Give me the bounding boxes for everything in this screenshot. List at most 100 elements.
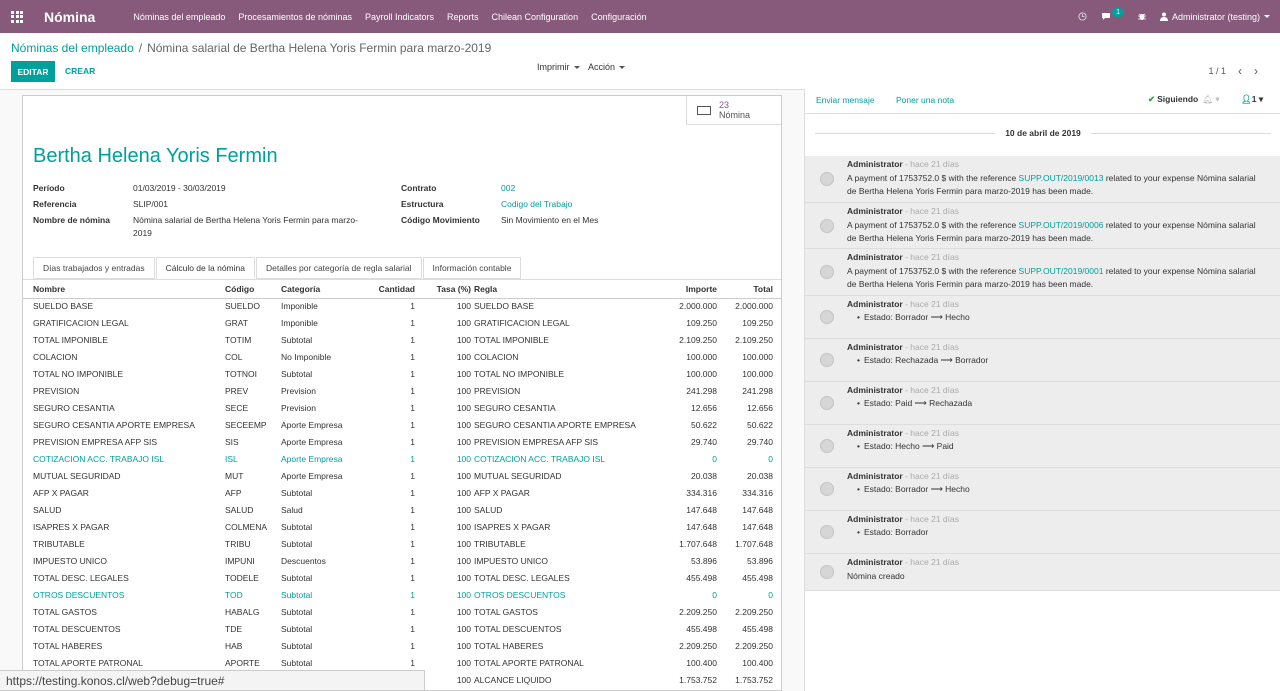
cell-code: SUELDO [225, 301, 260, 311]
table-row[interactable]: GRATIFICACION LEGAL GRAT Imponible 1 100 GRAT… [23, 315, 781, 332]
bell-icon[interactable]: 🔔︎ ▾ [1202, 94, 1219, 104]
cell-total: 20.038 [747, 471, 773, 481]
table-row[interactable]: SALUD SALUD Salud 1 100 SALUD 147.648 147.648 [23, 502, 781, 519]
menu-item-reports[interactable]: Reports [447, 12, 479, 22]
col-header-code[interactable]: Código [225, 284, 254, 294]
cell-rate: 100 [456, 556, 471, 566]
table-row[interactable]: PREVISION EMPRESA AFP SIS SIS Aporte Empre… [23, 434, 781, 451]
menu-item-payroll-indicators[interactable]: Payroll Indicators [365, 12, 434, 22]
menu-item-chilean-configuration[interactable]: Chilean Configuration [492, 12, 579, 22]
author-name[interactable]: Administrator [847, 206, 903, 216]
create-button[interactable]: CREAR [65, 66, 95, 76]
table-row[interactable]: TOTAL NO IMPONIBLE TOTNOI Subtotal 1 100 TOTA… [23, 366, 781, 383]
chevron-left-icon[interactable]: ‹ [1238, 64, 1242, 78]
table-row[interactable]: SUELDO BASE SUELDO Imponible 1 100 SUELDO BAS… [23, 298, 781, 315]
cell-rule: TOTAL APORTE PATRONAL [474, 658, 584, 668]
avatar[interactable] [820, 525, 834, 539]
cell-amount: 241.298 [686, 386, 717, 396]
author-name[interactable]: Administrator [847, 471, 903, 481]
tab-category-details[interactable]: Detalles por categoría de regla salarial [255, 257, 422, 279]
author-name[interactable]: Administrator [847, 159, 903, 169]
avatar[interactable] [820, 265, 834, 280]
followers-button[interactable]: 👤︎1 ▾ [1241, 94, 1263, 105]
table-row[interactable]: OTROS DESCUENTOS TOD Subtotal 1 100 OTROS DES… [23, 587, 781, 604]
app-title[interactable]: Nómina [44, 9, 95, 25]
payment-reference-link[interactable]: SUPP.OUT/2019/0001 [1019, 266, 1104, 276]
payslip-name-value-cont: 2019 [133, 228, 152, 238]
tab-accounting-info[interactable]: Información contable [422, 257, 522, 279]
col-header-category[interactable]: Categoría [281, 284, 320, 294]
cell-name: TRIBUTABLE [33, 539, 85, 549]
user-menu[interactable]: Administrator (testing) [1159, 12, 1270, 22]
menu-item-nominas-empleado[interactable]: Nóminas del empleado [133, 12, 225, 22]
author-name[interactable]: Administrator [847, 342, 903, 352]
cell-rule: ALCANCE LIQUIDO [474, 675, 552, 685]
author-name[interactable]: Administrator [847, 557, 903, 567]
author-name[interactable]: Administrator [847, 428, 903, 438]
author-name[interactable]: Administrator [847, 385, 903, 395]
action-dropdown[interactable]: Acción [588, 62, 626, 72]
activity-clock-icon[interactable] [1078, 12, 1087, 21]
menu-item-procesamientos[interactable]: Procesamientos de nóminas [238, 12, 352, 22]
table-row[interactable]: TOTAL IMPONIBLE TOTIM Subtotal 1 100 TOTAL IM… [23, 332, 781, 349]
structure-link[interactable]: Codigo del Trabajo [501, 199, 572, 209]
table-row[interactable]: TOTAL HABERES HAB Subtotal 1 100 TOTAL HABERE… [23, 638, 781, 655]
avatar[interactable] [820, 310, 834, 324]
table-row[interactable]: SEGURO CESANTIA SECE Prevision 1 100 SEGURO C… [23, 400, 781, 417]
breadcrumb: Nóminas del empleado / Nómina salarial de … [11, 41, 491, 55]
avatar[interactable] [820, 218, 834, 233]
col-header-total[interactable]: Total [753, 284, 773, 294]
table-row[interactable]: TOTAL DESCUENTOS TDE Subtotal 1 100 TOTAL DES… [23, 621, 781, 638]
payment-reference-link[interactable]: SUPP.OUT/2019/0013 [1019, 173, 1104, 183]
tab-worked-days[interactable]: Días trabajados y entradas [33, 257, 155, 279]
pager-value[interactable]: 1 / 1 [1208, 66, 1226, 76]
cell-name: MUTUAL SEGURIDAD [33, 471, 121, 481]
payslips-count: 23 [719, 100, 730, 110]
payslips-smart-button[interactable]: 23 Nómina [686, 96, 781, 125]
contract-link[interactable]: 002 [501, 183, 515, 193]
table-row[interactable]: IMPUESTO UNICO IMPUNI Descuentos 1 100 IMPUES… [23, 553, 781, 570]
author-name[interactable]: Administrator [847, 252, 903, 262]
menu-item-configuracion[interactable]: Configuración [591, 12, 647, 22]
table-row[interactable]: SEGURO CESANTIA APORTE EMPRESA SECEEMP Apo… [23, 417, 781, 434]
cell-rate: 100 [456, 624, 471, 634]
table-row[interactable]: COLACION COL No Imponible 1 100 COLACION 100.0… [23, 349, 781, 366]
col-header-name[interactable]: Nombre [33, 284, 65, 294]
breadcrumb-parent[interactable]: Nóminas del empleado [11, 41, 134, 55]
col-header-rate[interactable]: Tasa (%) [437, 284, 471, 294]
following-button[interactable]: ✔ Siguiendo 🔔︎ ▾ [1148, 94, 1220, 105]
cell-quantity: 1 [410, 386, 415, 396]
chevron-right-icon[interactable]: › [1254, 64, 1258, 78]
author-name[interactable]: Administrator [847, 299, 903, 309]
avatar[interactable] [820, 172, 834, 187]
debug-bug-icon[interactable] [1137, 12, 1146, 21]
table-row[interactable]: TOTAL GASTOS HABALG Subtotal 1 100 TOTAL GAST… [23, 604, 781, 621]
cell-code: SECEEMP [225, 420, 267, 430]
col-header-amount[interactable]: Importe [686, 284, 717, 294]
edit-button[interactable]: EDITAR [11, 61, 55, 82]
author-name[interactable]: Administrator [847, 514, 903, 524]
avatar[interactable] [820, 565, 834, 579]
log-note-button[interactable]: Poner una nota [896, 95, 954, 105]
table-row[interactable]: TRIBUTABLE TRIBU Subtotal 1 100 TRIBUTABLE 1.7… [23, 536, 781, 553]
payment-reference-link[interactable]: SUPP.OUT/2019/0006 [1019, 220, 1104, 230]
cell-total: 147.648 [742, 505, 773, 515]
tab-payslip-computation[interactable]: Cálculo de la nómina [155, 257, 255, 279]
messages-icon[interactable]: 1 [1101, 8, 1124, 21]
table-row[interactable]: ISAPRES X PAGAR COLMENA Subtotal 1 100 ISAPRE… [23, 519, 781, 536]
col-header-rule[interactable]: Regla [474, 284, 497, 294]
avatar[interactable] [820, 353, 834, 367]
col-header-quantity[interactable]: Cantidad [379, 284, 415, 294]
avatar[interactable] [820, 482, 834, 496]
table-row[interactable]: PREVISION PREV Prevision 1 100 PREVISION 241.2… [23, 383, 781, 400]
print-dropdown[interactable]: Imprimir [537, 62, 580, 72]
table-row[interactable]: TOTAL DESC. LEGALES TODELE Subtotal 1 100 TOT… [23, 570, 781, 587]
avatar[interactable] [820, 396, 834, 410]
send-message-button[interactable]: Enviar mensaje [816, 95, 875, 105]
table-row[interactable]: COTIZACION ACC. TRABAJO ISL ISL Aporte Emp… [23, 451, 781, 468]
apps-menu-icon[interactable] [0, 0, 34, 33]
table-row[interactable]: AFP X PAGAR AFP Subtotal 1 100 AFP X PAGAR 334… [23, 485, 781, 502]
table-row[interactable]: MUTUAL SEGURIDAD MUT Aporte Empresa 1 100 MUT… [23, 468, 781, 485]
cell-category: Prevision [281, 386, 316, 396]
avatar[interactable] [820, 439, 834, 453]
